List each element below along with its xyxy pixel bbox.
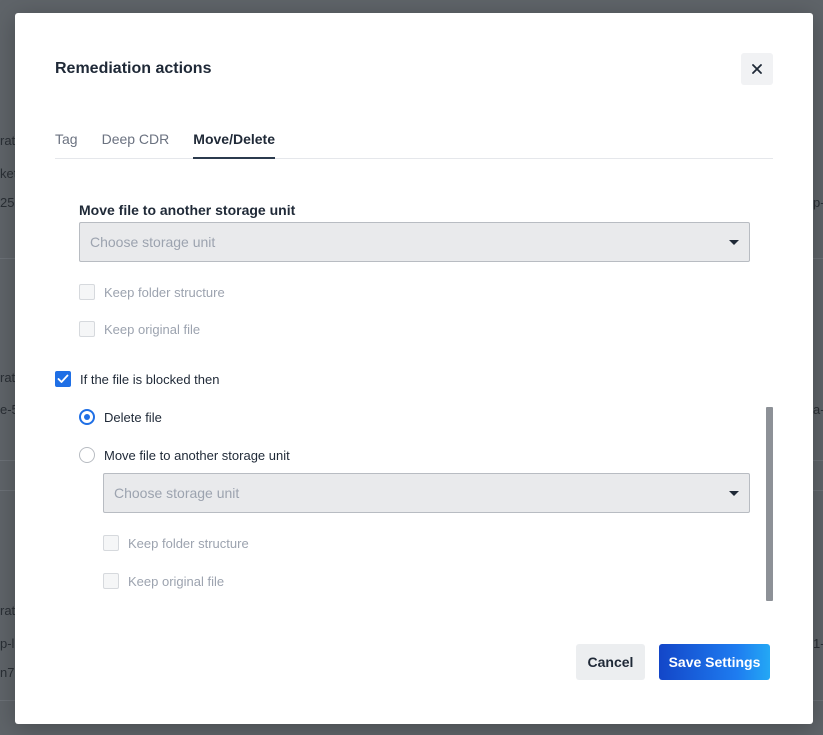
blocked-keep-folder-structure-checkbox[interactable] bbox=[103, 535, 119, 551]
blocked-keep-folder-structure-label: Keep folder structure bbox=[128, 535, 249, 551]
tab-move-delete[interactable]: Move/Delete bbox=[193, 124, 275, 159]
scrollbar[interactable] bbox=[766, 407, 773, 601]
tab-bar: Tag Deep CDR Move/Delete bbox=[55, 124, 773, 159]
blocked-keep-original-file-row[interactable]: Keep original file bbox=[103, 573, 224, 589]
bg-fragment: a- bbox=[813, 402, 823, 417]
close-button[interactable] bbox=[741, 53, 773, 85]
keep-folder-structure-row[interactable]: Keep folder structure bbox=[79, 284, 225, 300]
bg-fragment: rat bbox=[0, 603, 16, 618]
blocked-keep-original-file-checkbox[interactable] bbox=[103, 573, 119, 589]
delete-file-option[interactable]: Delete file bbox=[79, 409, 162, 425]
tab-tag[interactable]: Tag bbox=[55, 124, 78, 159]
tab-deep-cdr[interactable]: Deep CDR bbox=[102, 124, 170, 159]
select-placeholder: Choose storage unit bbox=[114, 485, 240, 501]
keep-folder-structure-label: Keep folder structure bbox=[104, 284, 225, 300]
move-file-label: Move file to another storage unit bbox=[104, 447, 290, 463]
remediation-modal: Remediation actions Tag Deep CDR Move/De… bbox=[15, 13, 813, 724]
blocked-keep-original-file-label: Keep original file bbox=[128, 573, 225, 589]
chevron-down-icon bbox=[729, 490, 739, 496]
chevron-down-icon bbox=[729, 239, 739, 245]
move-file-option[interactable]: Move file to another storage unit bbox=[79, 447, 290, 463]
bg-fragment: p-l bbox=[0, 636, 15, 651]
keep-folder-structure-checkbox[interactable] bbox=[79, 284, 95, 300]
keep-original-file-checkbox[interactable] bbox=[79, 321, 95, 337]
file-blocked-checkbox[interactable] bbox=[55, 371, 71, 387]
checkmark-icon bbox=[57, 374, 69, 383]
select-placeholder: Choose storage unit bbox=[90, 234, 216, 250]
keep-original-file-row[interactable]: Keep original file bbox=[79, 321, 200, 337]
file-blocked-label: If the file is blocked then bbox=[80, 371, 220, 387]
move-file-radio[interactable] bbox=[79, 447, 95, 463]
close-icon bbox=[752, 64, 762, 74]
bg-fragment: rat bbox=[0, 133, 16, 148]
move-section-label: Move file to another storage unit bbox=[79, 202, 296, 218]
cancel-button[interactable]: Cancel bbox=[576, 644, 645, 680]
delete-file-radio[interactable] bbox=[79, 409, 95, 425]
bg-fragment: p- bbox=[813, 195, 823, 210]
blocked-storage-unit-select[interactable]: Choose storage unit bbox=[103, 473, 750, 513]
keep-original-file-label: Keep original file bbox=[104, 321, 201, 337]
file-blocked-row[interactable]: If the file is blocked then bbox=[55, 371, 219, 387]
bg-fragment: rat bbox=[0, 370, 16, 385]
delete-file-label: Delete file bbox=[104, 409, 162, 425]
bg-fragment: 1- bbox=[813, 636, 823, 651]
save-settings-button[interactable]: Save Settings bbox=[659, 644, 770, 680]
modal-title: Remediation actions bbox=[55, 60, 212, 77]
blocked-keep-folder-structure-row[interactable]: Keep folder structure bbox=[103, 535, 249, 551]
storage-unit-select[interactable]: Choose storage unit bbox=[79, 222, 750, 262]
